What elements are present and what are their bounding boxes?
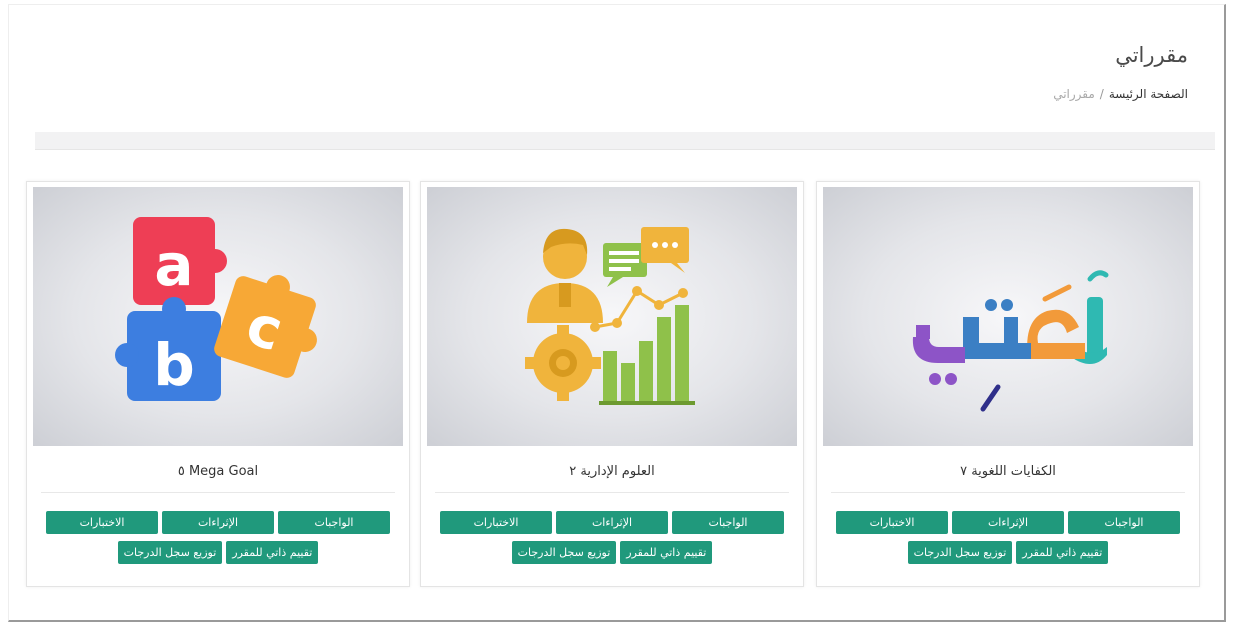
lughati-logo: [912, 270, 1109, 412]
grade-distribution-button[interactable]: توزيع سجل الدرجات: [117, 541, 223, 564]
breadcrumb-separator: /: [1099, 87, 1104, 101]
abc-puzzle-icon: a b c: [115, 217, 317, 401]
grade-distribution-button[interactable]: توزيع سجل الدرجات: [907, 541, 1013, 564]
course-card-management: العلوم الإدارية ٢ الواجبات الإثراءات الا…: [420, 181, 804, 587]
course-title[interactable]: الكفايات اللغوية ٧: [817, 464, 1199, 479]
assignments-button[interactable]: الواجبات: [672, 511, 784, 534]
button-row: الواجبات الإثراءات الاختبارات: [27, 511, 409, 534]
course-title[interactable]: Mega Goal ٥: [27, 464, 409, 479]
exams-button[interactable]: الاختبارات: [836, 511, 948, 534]
course-card-lughati: الكفايات اللغوية ٧ الواجبات الإثراءات ال…: [816, 181, 1200, 587]
button-row: تقييم ذاتي للمقرر توزيع سجل الدرجات: [817, 541, 1199, 564]
button-row: الواجبات الإثراءات الاختبارات: [817, 511, 1199, 534]
course-image-lughati[interactable]: [823, 187, 1193, 446]
card-divider: [831, 492, 1185, 493]
management-science-icon: [525, 227, 695, 405]
course-image-management[interactable]: [427, 187, 797, 446]
breadcrumb: الصفحة الرئيسة / مقرراتي: [1053, 87, 1188, 101]
card-divider: [435, 492, 789, 493]
page-title: مقرراتي: [1115, 43, 1188, 67]
enrichments-button[interactable]: الإثراءات: [556, 511, 668, 534]
enrichments-button[interactable]: الإثراءات: [162, 511, 274, 534]
card-divider: [41, 492, 395, 493]
enrichments-button[interactable]: الإثراءات: [952, 511, 1064, 534]
letter-a: a: [154, 231, 193, 299]
breadcrumb-current: مقرراتي: [1053, 87, 1095, 101]
button-row: تقييم ذاتي للمقرر توزيع سجل الدرجات: [421, 541, 803, 564]
filter-band: [35, 132, 1215, 150]
button-row: تقييم ذاتي للمقرر توزيع سجل الدرجات: [27, 541, 409, 564]
assignments-button[interactable]: الواجبات: [278, 511, 390, 534]
letter-b: b: [153, 331, 195, 399]
course-image-mega-goal[interactable]: a b c: [33, 187, 403, 446]
grade-distribution-button[interactable]: توزيع سجل الدرجات: [511, 541, 617, 564]
self-assessment-button[interactable]: تقييم ذاتي للمقرر: [1016, 541, 1109, 564]
self-assessment-button[interactable]: تقييم ذاتي للمقرر: [620, 541, 713, 564]
exams-button[interactable]: الاختبارات: [46, 511, 158, 534]
breadcrumb-home[interactable]: الصفحة الرئيسة: [1109, 87, 1188, 101]
button-row: الواجبات الإثراءات الاختبارات: [421, 511, 803, 534]
assignments-button[interactable]: الواجبات: [1068, 511, 1180, 534]
self-assessment-button[interactable]: تقييم ذاتي للمقرر: [226, 541, 319, 564]
exams-button[interactable]: الاختبارات: [440, 511, 552, 534]
course-title[interactable]: العلوم الإدارية ٢: [421, 464, 803, 479]
course-card-mega-goal: a b c Mega Goal ٥ الواجبات الإثراءات الا…: [26, 181, 410, 587]
